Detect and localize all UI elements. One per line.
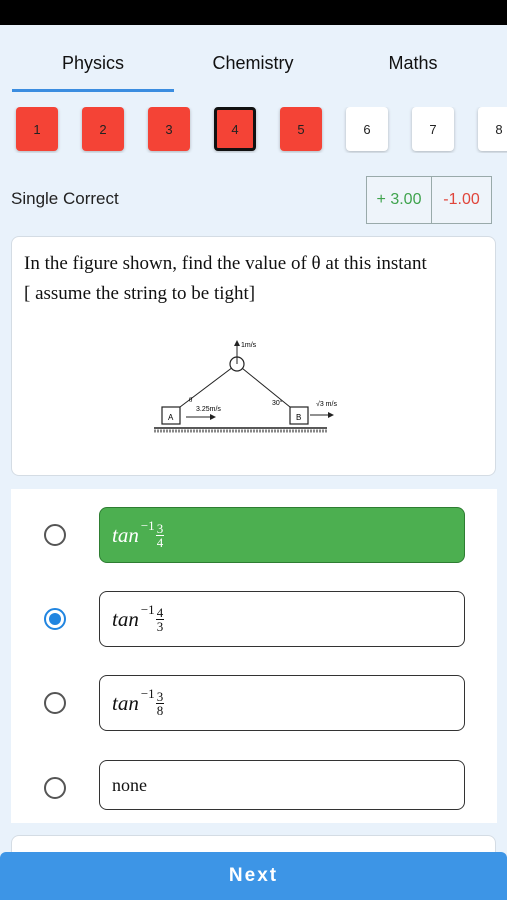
figure-label-top: 1m/s [241,342,257,349]
option-1-box[interactable]: tan −1 3 4 [99,507,465,563]
tab-maths[interactable]: Maths [332,53,494,74]
option-2-radio[interactable] [44,608,66,630]
option-2-denominator: 3 [156,618,164,634]
option-1-func: tan [112,522,139,547]
option-2-box[interactable]: tan −1 4 3 [99,591,465,647]
question-text-line-2: [ assume the string to be tight] [24,283,256,304]
option-4-box[interactable]: none [99,760,465,810]
figure-arrow-head-right-block [328,412,334,418]
option-2-func: tan [112,606,139,631]
active-tab-indicator [12,89,174,92]
question-button-5[interactable]: 5 [280,107,322,151]
option-1-sup: −1 [140,518,155,533]
option-2-expression: tan −1 4 3 [112,602,165,634]
figure-label-right-speed: √3 m/s [316,400,337,408]
option-3-sup: −1 [140,686,155,701]
option-1-radio[interactable] [44,524,66,546]
option-3-box[interactable]: tan −1 3 8 [99,675,465,731]
option-4-radio[interactable] [44,777,66,799]
option-4-text: none [112,774,147,795]
question-button-7[interactable]: 7 [412,107,454,151]
next-button[interactable]: Next [0,852,507,900]
option-3-denominator: 8 [156,702,164,718]
question-button-8[interactable]: 8 [478,107,507,151]
figure-arrow-head-up [234,340,240,346]
question-navigator: 1 2 3 4 5 6 7 8 [0,107,507,153]
option-1-fraction: 3 4 [155,520,165,550]
option-row-1: tan −1 3 4 [11,507,497,563]
status-bar [0,0,507,25]
option-3-func: tan [112,690,139,715]
option-row-4: none [11,760,497,816]
question-text: In the figure shown, find the value of θ… [24,249,484,309]
figure-label-angle: 30° [272,399,283,407]
question-type: Single Correct [11,189,119,208]
option-1-numerator: 3 [155,520,165,536]
option-1-expression: tan −1 3 4 [112,518,165,550]
question-button-1[interactable]: 1 [16,107,58,151]
figure-label-a: A [168,413,174,422]
question-button-6[interactable]: 6 [346,107,388,151]
figure-label-b: B [296,413,301,422]
question-figure: A B 1m/s θ 3.25m/s 30° √3 m/s [154,340,337,433]
option-2-sup: −1 [140,602,155,617]
option-2-fraction: 4 3 [155,604,165,634]
negative-marks: -1.00 [432,176,492,224]
option-3-radio[interactable] [44,692,66,714]
question-button-2[interactable]: 2 [82,107,124,151]
figure-label-left-speed: 3.25m/s [196,406,221,413]
option-1-denominator: 4 [156,534,164,550]
option-3-fraction: 3 8 [155,688,165,718]
option-3-numerator: 3 [155,688,165,704]
tab-physics[interactable]: Physics [12,53,174,74]
question-button-3[interactable]: 3 [148,107,190,151]
question-button-4[interactable]: 4 [214,107,256,151]
tab-chemistry[interactable]: Chemistry [172,53,334,74]
option-row-2: tan −1 4 3 [11,591,497,647]
question-text-line-1: In the figure shown, find the value of θ… [24,253,427,274]
positive-marks: + 3.00 [366,176,432,224]
subject-tabs: Physics Chemistry Maths [0,25,507,95]
options-panel: tan −1 3 4 tan −1 4 3 tan −1 3 8 none [11,489,497,823]
figure-arrow-head-left-block [210,414,216,420]
question-card: In the figure shown, find the value of θ… [11,236,496,476]
option-3-expression: tan −1 3 8 [112,686,165,718]
marks-box: + 3.00 -1.00 [366,176,492,224]
option-2-numerator: 4 [155,604,165,620]
option-row-3: tan −1 3 8 [11,675,497,731]
